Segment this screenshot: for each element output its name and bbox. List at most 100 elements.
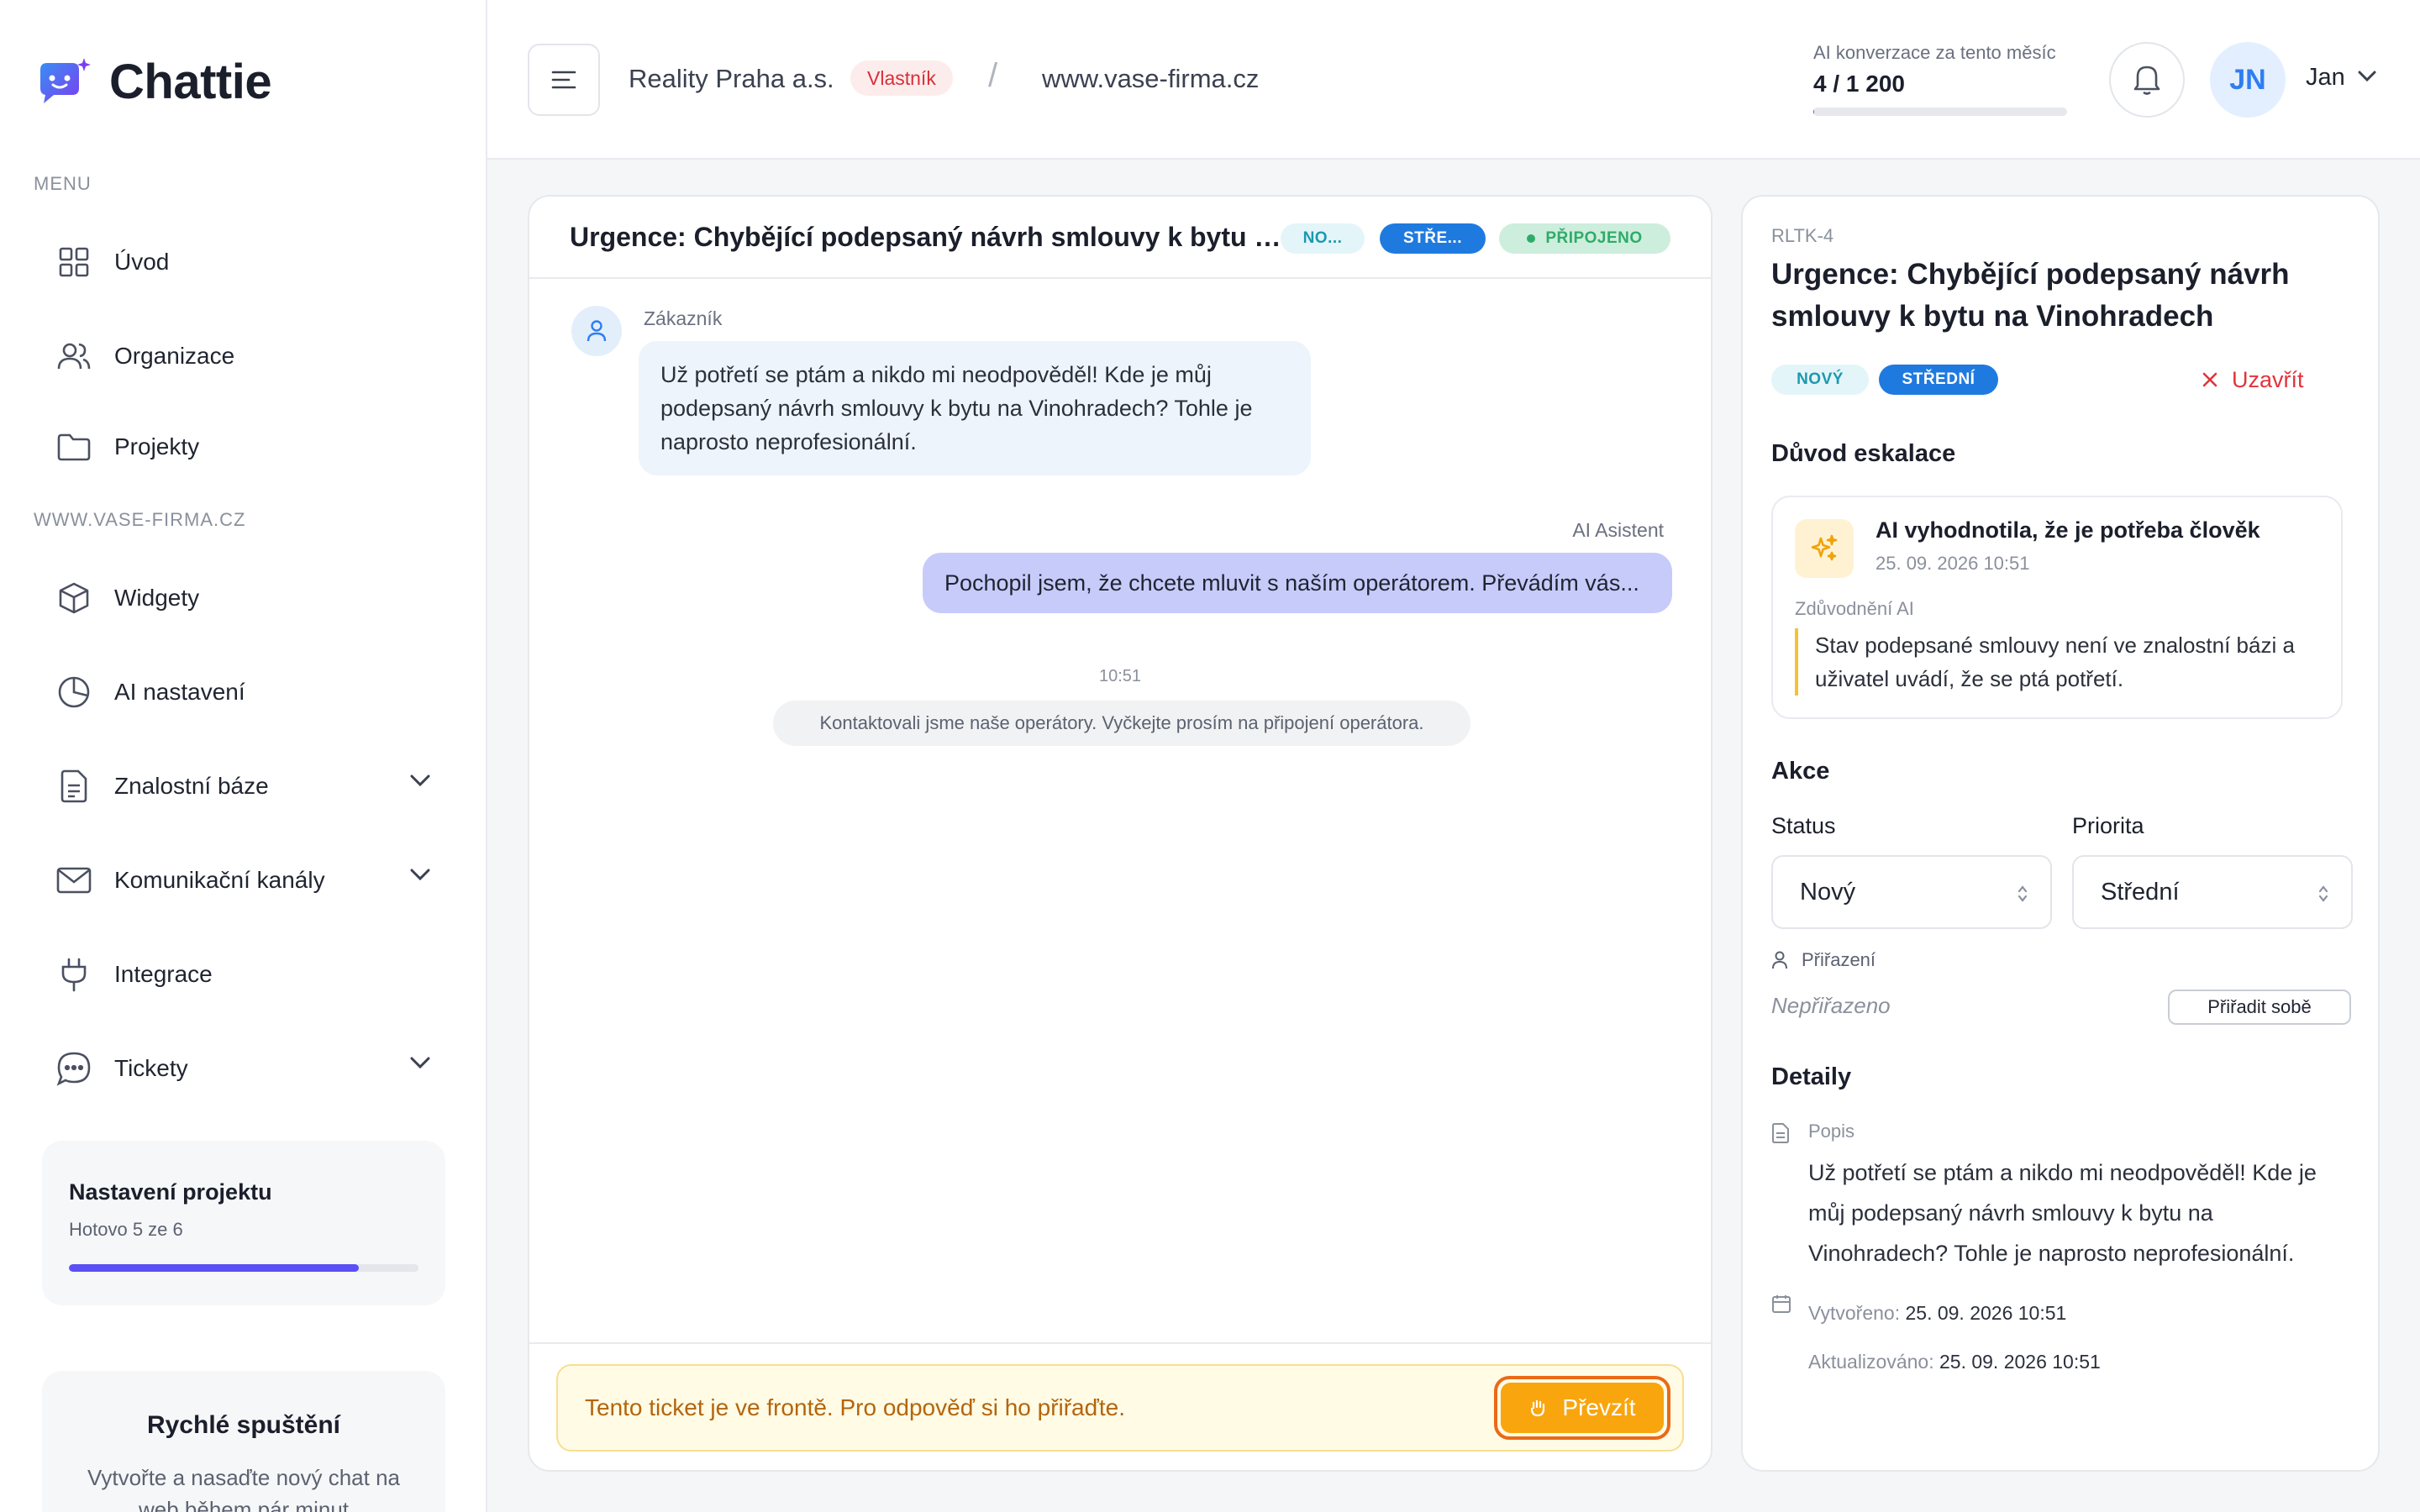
sidebar-item-widgety[interactable]: Widgety	[34, 563, 445, 633]
sidebar-item-projekty[interactable]: Projekty	[34, 412, 445, 482]
description-label: Popis	[1808, 1121, 1855, 1142]
takeover-button[interactable]: Převzít	[1494, 1376, 1670, 1440]
connection-badge: PŘIPOJENO	[1499, 223, 1670, 254]
sidebar-item-komunikacni-kanaly[interactable]: Komunikační kanály	[34, 845, 445, 916]
description-text: Už potřetí se ptám a nikdo mi neodpovědě…	[1808, 1160, 2317, 1266]
chat-bubble-icon	[55, 1050, 92, 1087]
updated-label: Aktualizováno:	[1808, 1351, 1934, 1373]
connection-badge-label: PŘIPOJENO	[1545, 229, 1643, 247]
status-field-label: Status	[1771, 813, 1836, 838]
details-heading: Detaily	[1771, 1063, 1852, 1090]
actions-heading: Akce	[1771, 758, 1830, 785]
takeover-button-label: Převzít	[1562, 1394, 1636, 1420]
chevron-down-icon[interactable]	[408, 867, 432, 882]
assignment-row: Přiřazení	[1771, 949, 1876, 971]
select-arrows-icon	[2017, 884, 2028, 904]
cube-icon	[55, 580, 92, 617]
status-select-value: Nový	[1800, 878, 1856, 906]
chattie-logo-icon	[34, 56, 91, 108]
ai-usage-bar	[1813, 108, 2067, 116]
sidebar-item-znalostni-baze[interactable]: Znalostní báze	[34, 751, 445, 822]
created-row: Vytvořeno: 25. 09. 2026 10:51	[1808, 1302, 2066, 1325]
sidebar-item-label: Widgety	[114, 585, 200, 611]
escalation-reason-text: Stav podepsané smlouvy není ve znalostní…	[1795, 628, 2324, 696]
chevron-down-icon[interactable]	[408, 773, 432, 788]
priority-select[interactable]: Střední	[2072, 855, 2353, 929]
document-icon	[1771, 1122, 1790, 1144]
user-icon	[586, 319, 608, 343]
project-site[interactable]: www.vase-firma.cz	[1042, 64, 1259, 94]
brand-name: Chattie	[109, 55, 272, 109]
project-setup-progress-fill	[69, 1264, 360, 1272]
project-setup-card[interactable]: Nastavení projektu Hotovo 5 ze 6	[42, 1141, 445, 1305]
chat-panel: Urgence: Chybějící podepsaný návrh smlou…	[528, 195, 1712, 1472]
notifications-button[interactable]	[2109, 42, 2185, 118]
sparkles-icon	[1795, 519, 1854, 578]
sidebar-item-label: AI nastavení	[114, 679, 245, 705]
updated-value: 25. 09. 2026 10:51	[1939, 1351, 2101, 1373]
ticket-id: RLTK-4	[1771, 225, 1834, 246]
close-icon	[2202, 371, 2218, 388]
ai-usage-value: 4 / 1 200	[1813, 71, 1905, 97]
brand-logo[interactable]: Chattie	[34, 54, 272, 110]
quick-start-title: Rychlé spuštění	[146, 1411, 341, 1439]
ai-usage-fill	[1813, 108, 1814, 116]
ticket-priority-badge: STŘEDNÍ	[1879, 365, 1998, 395]
escalation-time: 25. 09. 2026 10:51	[1876, 553, 2030, 574]
ticket-detail-panel: RLTK-4 Urgence: Chybějící podepsaný návr…	[1741, 195, 2380, 1472]
organization-name[interactable]: Reality Praha a.s.	[629, 64, 834, 94]
menu-toggle-button[interactable]	[528, 44, 600, 116]
updated-row: Aktualizováno: 25. 09. 2026 10:51	[1808, 1351, 2101, 1373]
calendar-icon	[1771, 1294, 1791, 1314]
sidebar-item-uvod[interactable]: Úvod	[34, 227, 445, 297]
quick-start-card[interactable]: Rychlé spuštění Vytvořte a nasaďte nový …	[42, 1371, 445, 1512]
status-select[interactable]: Nový	[1771, 855, 2052, 929]
breadcrumb-separator: /	[988, 57, 998, 94]
document-icon	[55, 768, 92, 805]
ticket-status-badge: NOVÝ	[1771, 365, 1869, 395]
close-ticket-button[interactable]: Uzavřít	[2202, 365, 2304, 395]
sidebar-item-label: Projekty	[114, 433, 200, 459]
priority-badge: STŘE...	[1380, 223, 1486, 254]
escalation-title: AI vyhodnotila, že je potřeba člověk	[1876, 517, 2260, 543]
escalation-card: AI vyhodnotila, že je potřeba člověk 25.…	[1771, 496, 2343, 719]
grid-icon	[55, 244, 92, 281]
sidebar-item-label: Organizace	[114, 343, 235, 369]
user-icon	[1771, 951, 1788, 969]
customer-avatar	[571, 306, 622, 356]
chat-header: Urgence: Chybějící podepsaný návrh smlou…	[529, 197, 1711, 279]
assignment-label: Přiřazení	[1802, 949, 1876, 970]
menu-icon	[550, 69, 577, 91]
project-setup-progress-bar	[69, 1264, 418, 1272]
message-time: 10:51	[1098, 667, 1142, 685]
plug-icon	[55, 956, 92, 993]
chat-title: Urgence: Chybějící podepsaný návrh smlou…	[570, 222, 1284, 252]
sidebar-item-organizace[interactable]: Organizace	[34, 321, 445, 391]
sidebar-item-tickety[interactable]: Tickety	[34, 1033, 445, 1104]
menu-section-label: MENU	[34, 173, 92, 194]
sidebar-item-ai-nastaveni[interactable]: AI nastavení	[34, 657, 445, 727]
customer-message: Už potřetí se ptám a nikdo mi neodpovědě…	[639, 341, 1311, 475]
customer-name: Zákazník	[644, 307, 723, 329]
project-setup-title: Nastavení projektu	[69, 1179, 272, 1205]
project-setup-progress-text: Hotovo 5 ze 6	[69, 1219, 183, 1240]
sidebar-item-label: Úvod	[114, 249, 170, 275]
priority-select-value: Střední	[2101, 878, 2180, 906]
sidebar-item-label: Tickety	[114, 1055, 188, 1081]
chevron-down-icon[interactable]	[408, 1055, 432, 1070]
sidebar-item-label: Znalostní báze	[114, 773, 269, 799]
user-avatar[interactable]: JN	[2210, 42, 2286, 118]
sidebar: Chattie MENU Úvod Organizace Projekty WW…	[0, 0, 487, 1512]
quick-start-text: Vytvořte a nasaďte nový chat na web běhe…	[87, 1465, 400, 1512]
queue-banner: Tento ticket je ve frontě. Pro odpověď s…	[556, 1364, 1684, 1452]
assign-to-me-button[interactable]: Přiřadit sobě	[2168, 990, 2351, 1025]
escalation-heading: Důvod eskalace	[1771, 440, 1956, 467]
pie-chart-icon	[55, 674, 92, 711]
assignment-value: Nepřiřazeno	[1771, 993, 1891, 1018]
user-menu-name[interactable]: Jan	[2306, 64, 2345, 92]
connected-dot-icon	[1527, 234, 1536, 243]
chevron-down-icon[interactable]	[2356, 69, 2378, 84]
sidebar-item-integrace[interactable]: Integrace	[34, 939, 445, 1010]
takeover-button-inner[interactable]: Převzít	[1501, 1383, 1664, 1433]
queue-banner-text: Tento ticket je ve frontě. Pro odpověď s…	[585, 1394, 1125, 1420]
